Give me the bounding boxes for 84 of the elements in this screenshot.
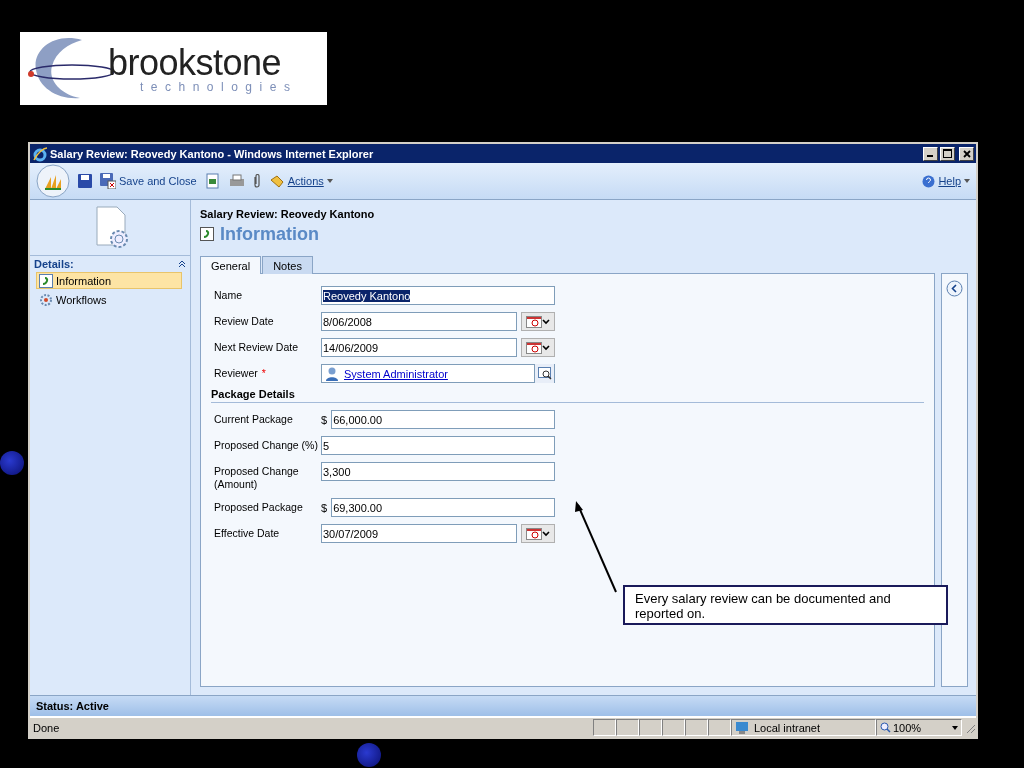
form-icon: [39, 273, 53, 288]
reviewer-link[interactable]: System Administrator: [344, 367, 448, 380]
save-and-close-button[interactable]: Save and Close: [100, 173, 197, 189]
security-zone: Local intranet: [754, 721, 821, 734]
currency-field[interactable]: 69,300.00: [331, 498, 555, 517]
record-title: Salary Review: Reovedy Kantono: [200, 208, 376, 220]
logo-wordmark: brookstone: [108, 44, 282, 81]
window-title: Salary Review: Reovedy Kantono - Windows Internet Explorer: [50, 147, 375, 160]
lookup-icon: [537, 367, 552, 380]
field-label: Reviewer *: [213, 366, 267, 380]
minimize-button[interactable]: [923, 146, 938, 161]
caret-down-icon: [542, 318, 550, 325]
status-pane: [593, 719, 616, 736]
field-label: Proposed Change (%): [213, 438, 319, 452]
zoom-icon: [880, 722, 891, 733]
date-field[interactable]: 30/07/2009: [321, 524, 517, 543]
actions-menu[interactable]: Actions: [268, 174, 333, 188]
nav-item[interactable]: Workflows: [36, 291, 182, 308]
currency-symbol: $: [321, 501, 328, 514]
app-menu-button[interactable]: [36, 164, 70, 198]
caret-down-icon: [542, 344, 550, 351]
text-field[interactable]: 3,300: [321, 462, 555, 481]
section-heading: Package Details: [211, 388, 924, 403]
date-field[interactable]: 8/06/2008: [321, 312, 517, 331]
calendar-icon: [526, 315, 542, 328]
decorative-dot: [0, 451, 24, 475]
tab[interactable]: Notes: [262, 256, 313, 274]
calendar-button[interactable]: [521, 524, 555, 543]
floppy-disk-close-icon: [100, 173, 116, 189]
maximize-button[interactable]: [940, 146, 955, 161]
logo-tagline: technologies: [140, 80, 298, 93]
currency-field[interactable]: 66,000.00: [331, 410, 555, 429]
status-pane: [639, 719, 662, 736]
maximize-icon: [943, 149, 952, 158]
status-pane: [616, 719, 639, 736]
caret-down-icon: [964, 179, 970, 183]
details-title: Details:: [34, 257, 74, 270]
caret-down-icon: [542, 530, 550, 537]
help-menu[interactable]: Help: [922, 174, 970, 188]
currency-symbol: $: [321, 413, 328, 426]
save-button[interactable]: [78, 174, 92, 188]
decorative-dot: [357, 743, 381, 767]
field-label: Review Date: [213, 314, 275, 328]
page-icon-button[interactable]: [204, 173, 221, 189]
tab[interactable]: General: [200, 256, 262, 274]
record-status: Status: Active: [36, 700, 109, 712]
help-icon: [922, 174, 936, 188]
browser-icon: [32, 145, 48, 162]
field-label: Current Package: [213, 412, 294, 426]
caret-down-icon: [952, 725, 958, 730]
callout-note: Every salary review can be documented and reported on.: [623, 585, 948, 625]
lookup-button[interactable]: [534, 364, 554, 383]
user-icon: [326, 366, 338, 381]
calendar-button[interactable]: [521, 312, 555, 331]
field-label: Next Review Date: [213, 340, 300, 354]
nav-item[interactable]: Information: [36, 272, 182, 289]
text-field[interactable]: 5: [321, 436, 555, 455]
form-icon: [200, 227, 214, 241]
paperclip-icon: [252, 174, 261, 188]
calendar-icon: [526, 527, 542, 540]
calendar-button[interactable]: [521, 338, 555, 357]
close-button[interactable]: [959, 146, 974, 161]
status-text: Done: [32, 721, 61, 734]
expand-left-icon: [946, 280, 963, 297]
printer-icon: [228, 174, 245, 188]
field-label: Proposed Package: [213, 500, 304, 514]
print-button[interactable]: [228, 174, 245, 188]
attach-button[interactable]: [252, 174, 261, 188]
field-label: Effective Date: [213, 526, 281, 540]
status-pane: [685, 719, 708, 736]
lookup-field[interactable]: System Administrator: [321, 364, 555, 383]
gear-icon: [39, 292, 53, 307]
field-label: Name: [213, 288, 243, 302]
caret-down-icon: [326, 179, 333, 183]
field-label: Proposed Change (Amount): [213, 464, 300, 491]
calendar-icon: [526, 341, 542, 354]
collapse-icon: [178, 259, 186, 268]
date-field[interactable]: 14/06/2009: [321, 338, 517, 357]
status-pane: [662, 719, 685, 736]
page-heading: Information: [220, 223, 319, 245]
required-mark: *: [261, 367, 266, 379]
close-icon: [962, 149, 971, 158]
text-field[interactable]: Reovedy Kantono: [321, 286, 555, 305]
document-icon: [204, 173, 221, 189]
